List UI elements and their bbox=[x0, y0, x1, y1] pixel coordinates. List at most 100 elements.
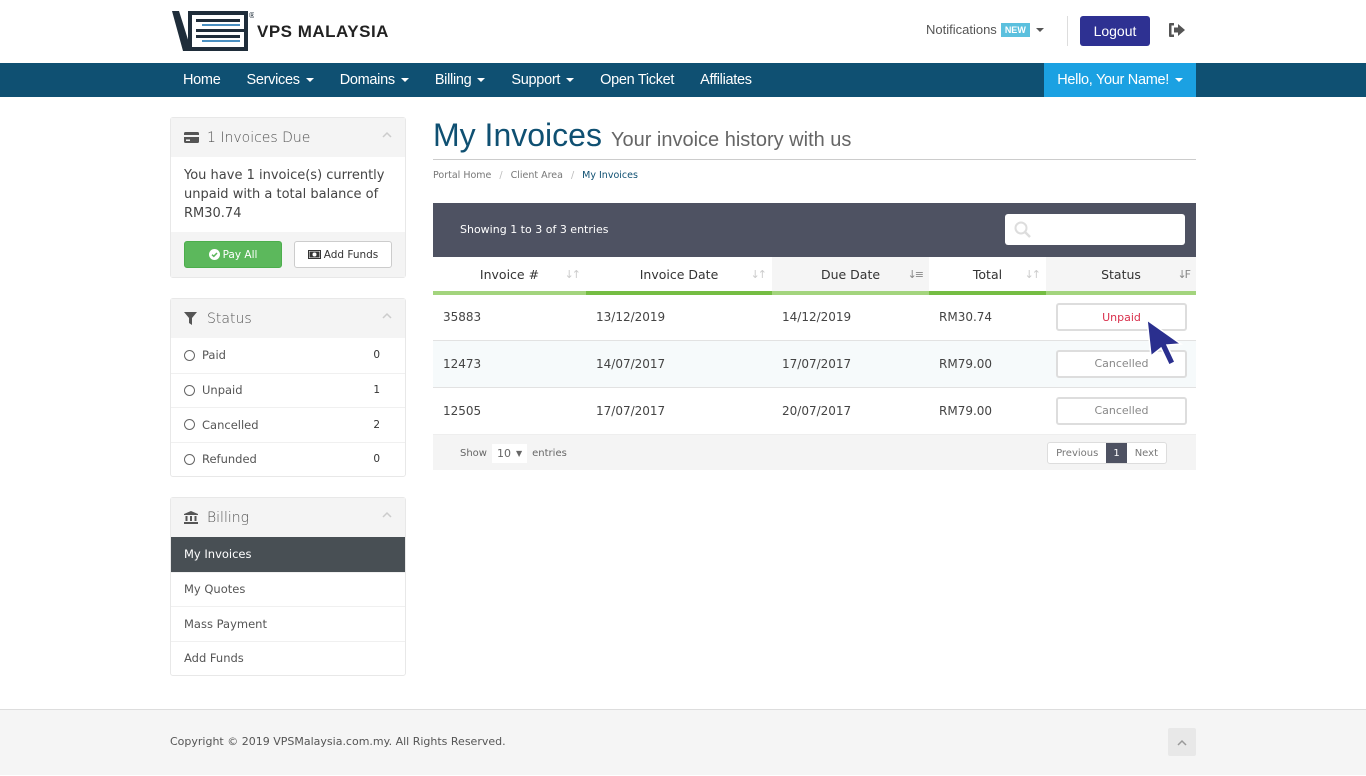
new-badge: NEW bbox=[1000, 22, 1030, 37]
column-due-date[interactable]: Due Date ↓≡ bbox=[772, 257, 929, 295]
panel-title: Status bbox=[207, 310, 252, 327]
status-filter-paid[interactable]: Paid 0 bbox=[171, 338, 405, 373]
panel-header[interactable]: Billing bbox=[171, 498, 405, 537]
page-title: My Invoices bbox=[433, 117, 602, 153]
check-circle-icon bbox=[208, 249, 220, 260]
billing-my-invoices[interactable]: My Invoices bbox=[171, 537, 405, 572]
invoice-date: 13/12/2019 bbox=[586, 292, 772, 340]
billing-add-funds[interactable]: Add Funds bbox=[171, 640, 405, 676]
panel-title: 1 Invoices Due bbox=[207, 129, 311, 146]
top-header: ® VPS MALAYSIA Notifications NEW Logout bbox=[0, 0, 1366, 63]
column-status[interactable]: Status ↓F bbox=[1046, 257, 1196, 295]
column-label: Total bbox=[972, 266, 1003, 282]
invoice-total: RM30.74 bbox=[929, 292, 1046, 340]
table-row[interactable]: 12473 14/07/2017 17/07/2017 RM79.00 Canc… bbox=[433, 339, 1196, 387]
radio-icon[interactable] bbox=[184, 384, 195, 396]
status-filter-unpaid[interactable]: Unpaid 1 bbox=[171, 372, 405, 408]
mouse-cursor-icon bbox=[1146, 318, 1184, 367]
panel-header[interactable]: Status bbox=[171, 299, 405, 338]
nav-affiliates[interactable]: Affiliates bbox=[687, 63, 765, 97]
panel-header[interactable]: 1 Invoices Due bbox=[171, 118, 405, 157]
chevron-down-icon bbox=[305, 78, 314, 82]
entries-label: entries bbox=[532, 448, 567, 459]
search-input[interactable] bbox=[1005, 214, 1185, 245]
status-filter-refunded[interactable]: Refunded 0 bbox=[171, 441, 405, 477]
table-row[interactable]: 12505 17/07/2017 20/07/2017 RM79.00 Canc… bbox=[433, 386, 1196, 434]
invoice-number: 35883 bbox=[433, 292, 586, 340]
column-total[interactable]: Total ↓↑ bbox=[929, 257, 1046, 295]
nav-billing[interactable]: Billing bbox=[422, 63, 499, 97]
page-footer: Copyright © 2019 VPSMalaysia.com.my. All… bbox=[0, 709, 1366, 775]
status-count: 2 bbox=[373, 418, 380, 431]
invoice-number: 12473 bbox=[433, 339, 586, 387]
page-header: My Invoices Your invoice history with us bbox=[433, 117, 1196, 160]
page-subtitle: Your invoice history with us bbox=[610, 129, 852, 151]
chevron-down-icon bbox=[1035, 27, 1044, 32]
back-to-top-button[interactable] bbox=[1168, 728, 1196, 756]
breadcrumb-client-area[interactable]: Client Area bbox=[511, 170, 563, 181]
nav-label: Domains bbox=[339, 72, 395, 88]
column-invoice-number[interactable]: Invoice # ↓↑ bbox=[433, 257, 586, 295]
nav-label: Home bbox=[183, 72, 221, 88]
column-label: Due Date bbox=[820, 266, 881, 282]
user-greeting: Hello, Your Name! bbox=[1057, 72, 1169, 88]
nav-home[interactable]: Home bbox=[170, 63, 233, 97]
chevron-up-icon[interactable] bbox=[382, 311, 392, 321]
notifications-dropdown[interactable]: Notifications NEW bbox=[926, 22, 1044, 37]
page-length-select[interactable]: 10 ▼ bbox=[491, 444, 528, 463]
bank-icon bbox=[184, 511, 200, 524]
divider bbox=[1067, 16, 1068, 46]
previous-page-button[interactable]: Previous bbox=[1048, 443, 1106, 463]
add-funds-button[interactable]: Add Funds bbox=[294, 241, 392, 268]
billing-panel: Billing My Invoices My Quotes Mass Payme… bbox=[170, 497, 406, 676]
nav-label: Open Ticket bbox=[600, 72, 675, 88]
pagination: Previous 1 Next bbox=[1047, 442, 1167, 464]
chevron-down-icon bbox=[1175, 78, 1183, 82]
nav-label: Affiliates bbox=[700, 72, 752, 88]
invoice-number: 12505 bbox=[433, 386, 586, 434]
nav-support[interactable]: Support bbox=[498, 63, 587, 97]
brand-logo[interactable]: ® VPS MALAYSIA bbox=[172, 10, 389, 52]
user-menu[interactable]: Hello, Your Name! bbox=[1044, 63, 1196, 97]
sort-icon: ↓↑ bbox=[750, 268, 768, 281]
status-label: Paid bbox=[202, 348, 226, 363]
show-label: Show bbox=[460, 448, 487, 459]
table-row[interactable]: 35883 13/12/2019 14/12/2019 RM30.74 Unpa… bbox=[433, 292, 1196, 340]
column-invoice-date[interactable]: Invoice Date ↓↑ bbox=[586, 257, 772, 295]
status-count: 0 bbox=[373, 349, 380, 362]
radio-icon[interactable] bbox=[184, 349, 195, 361]
invoices-due-panel: 1 Invoices Due You have 1 invoice(s) cur… bbox=[170, 117, 406, 278]
invoice-total: RM79.00 bbox=[929, 386, 1046, 434]
breadcrumb-portal-home[interactable]: Portal Home bbox=[433, 170, 491, 181]
nav-label: Support bbox=[511, 72, 561, 88]
status-badge[interactable]: Cancelled bbox=[1056, 396, 1187, 425]
nav-services[interactable]: Services bbox=[233, 63, 326, 97]
column-label: Status bbox=[1101, 266, 1141, 282]
radio-icon[interactable] bbox=[184, 419, 195, 431]
nav-open-ticket[interactable]: Open Ticket bbox=[587, 63, 687, 97]
logout-button[interactable]: Logout bbox=[1080, 16, 1150, 46]
main-content: My Invoices Your invoice history with us… bbox=[433, 117, 1196, 470]
radio-icon[interactable] bbox=[184, 453, 195, 465]
status-label: Refunded bbox=[202, 452, 257, 467]
sign-out-icon[interactable] bbox=[1168, 22, 1186, 38]
filter-icon bbox=[184, 312, 200, 325]
next-page-button[interactable]: Next bbox=[1127, 443, 1166, 463]
page-1-button[interactable]: 1 bbox=[1106, 443, 1127, 463]
billing-mass-payment[interactable]: Mass Payment bbox=[171, 606, 405, 641]
page-length-value: 10 bbox=[496, 447, 511, 460]
chevron-up-icon[interactable] bbox=[382, 130, 392, 140]
status-filter-cancelled[interactable]: Cancelled 2 bbox=[171, 407, 405, 442]
billing-my-quotes[interactable]: My Quotes bbox=[171, 571, 405, 607]
nav-domains[interactable]: Domains bbox=[327, 63, 422, 97]
due-date: 20/07/2017 bbox=[772, 386, 929, 434]
pay-all-button[interactable]: Pay All bbox=[184, 241, 282, 268]
breadcrumb-current: My Invoices bbox=[582, 170, 638, 181]
page-length-control: Show 10 ▼ entries bbox=[460, 444, 567, 463]
status-list: Paid 0 Unpaid 1 Cancelled 2 Refunded 0 bbox=[171, 338, 405, 476]
sidebar: 1 Invoices Due You have 1 invoice(s) cur… bbox=[170, 117, 406, 696]
chevron-up-icon[interactable] bbox=[382, 510, 392, 520]
status-count: 0 bbox=[373, 453, 380, 466]
invoice-date: 17/07/2017 bbox=[586, 386, 772, 434]
svg-text:®: ® bbox=[248, 11, 254, 20]
